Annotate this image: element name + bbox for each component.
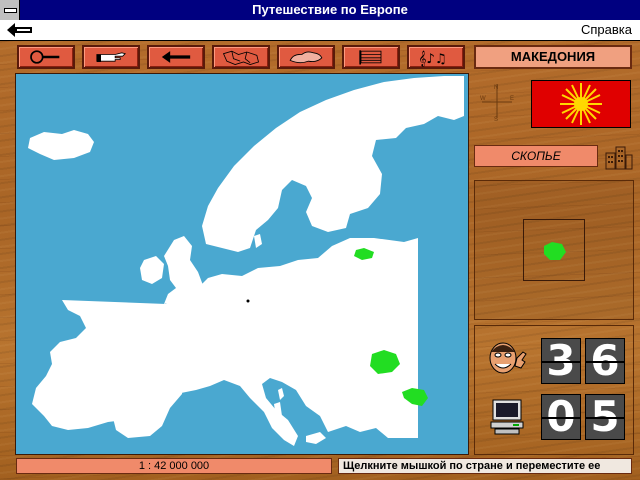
- title-bar: Путешествие по Европе: [0, 0, 640, 21]
- music-button[interactable]: 𝄞♪♫: [407, 45, 465, 69]
- pointing-hand-icon: [96, 52, 126, 62]
- macedonia-flag-sun-icon: [532, 81, 630, 127]
- map-scale-status: 1 : 42 000 000: [16, 458, 332, 474]
- menu-help[interactable]: Справка: [581, 22, 632, 37]
- pointing-hand-button[interactable]: [82, 45, 140, 69]
- europe-map[interactable]: [15, 73, 469, 455]
- magnifier-icon: [30, 50, 60, 64]
- terrain-map-icon: [289, 51, 323, 64]
- svg-text:E: E: [510, 96, 514, 102]
- svg-text:N: N: [494, 85, 498, 91]
- city-buildings-icon: [605, 146, 633, 170]
- player-score-digit-2: 6: [585, 338, 625, 384]
- country-borders-button[interactable]: [212, 45, 270, 69]
- back-arrow-button[interactable]: [147, 45, 205, 69]
- svg-text:S: S: [494, 117, 498, 122]
- country-silhouette-frame: [523, 219, 585, 281]
- svg-text:W: W: [480, 96, 486, 102]
- computer-score-digit-2: 5: [585, 394, 625, 440]
- player-face-icon: [489, 342, 527, 374]
- system-menu-icon: [4, 8, 17, 13]
- player-score-digit-1: 3: [541, 338, 581, 384]
- borders-map-icon: [222, 50, 260, 65]
- computer-score-digit-1: 0: [541, 394, 581, 440]
- country-flag: [531, 80, 631, 128]
- compass-rose-icon: N S W E: [480, 84, 514, 122]
- country-name: МАКЕДОНИЯ: [474, 45, 632, 69]
- left-arrow-icon: [161, 51, 191, 63]
- back-arrow-icon[interactable]: [6, 22, 34, 38]
- window-title: Путешествие по Европе: [252, 2, 408, 17]
- country-preview-panel: [474, 180, 634, 320]
- country-silhouette-icon[interactable]: [524, 220, 584, 280]
- computer-icon: [490, 399, 524, 435]
- music-notes-icon: 𝄞♪♫: [419, 52, 447, 67]
- flags-button[interactable]: [342, 45, 400, 69]
- score-panel: 3 6 0 5: [474, 325, 634, 455]
- map-marker-dot: [246, 299, 250, 303]
- svg-text:𝄞♪♫: 𝄞♪♫: [419, 52, 447, 67]
- menu-bar: Справка: [0, 20, 640, 41]
- striped-flag-icon: [359, 50, 382, 65]
- zoom-magnifier-button[interactable]: [17, 45, 75, 69]
- capital-name: СКОПЬЕ: [474, 145, 598, 167]
- hint-status: Щелкните мышкой по стране и переместите …: [338, 458, 632, 474]
- terrain-map-button[interactable]: [277, 45, 335, 69]
- system-menu-button[interactable]: [0, 0, 20, 20]
